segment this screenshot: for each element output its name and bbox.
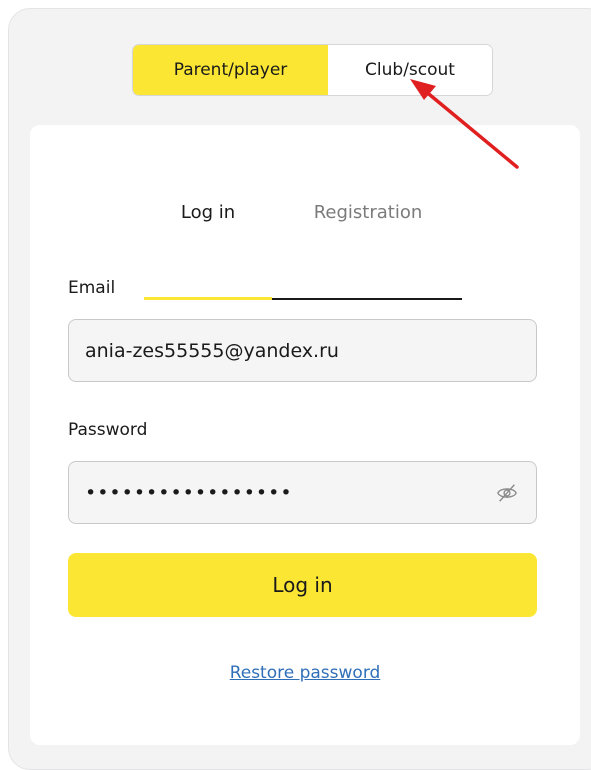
tab-active-indicator (144, 297, 272, 300)
email-field[interactable]: ania-zes55555@yandex.ru (68, 319, 537, 382)
login-button[interactable]: Log in (68, 553, 537, 617)
password-field[interactable]: ••••••••••••••••• (68, 461, 537, 524)
password-value: ••••••••••••••••• (85, 481, 293, 504)
role-club-scout-button[interactable]: Club/scout (328, 45, 492, 95)
email-label: Email (68, 278, 116, 298)
auth-card: Log in Registration Email ania-zes55555@… (30, 125, 580, 745)
auth-tabs: Log in Registration (144, 183, 464, 300)
tab-underline (272, 298, 462, 300)
eye-slash-icon[interactable] (496, 482, 518, 504)
email-value: ania-zes55555@yandex.ru (85, 339, 339, 362)
tab-registration[interactable]: Registration (272, 183, 464, 241)
role-toggle: Parent/player Club/scout (132, 44, 493, 96)
restore-password-link[interactable]: Restore password (30, 663, 580, 683)
password-label: Password (68, 420, 148, 440)
tab-login[interactable]: Log in (144, 183, 272, 241)
role-parent-player-button[interactable]: Parent/player (133, 45, 328, 95)
